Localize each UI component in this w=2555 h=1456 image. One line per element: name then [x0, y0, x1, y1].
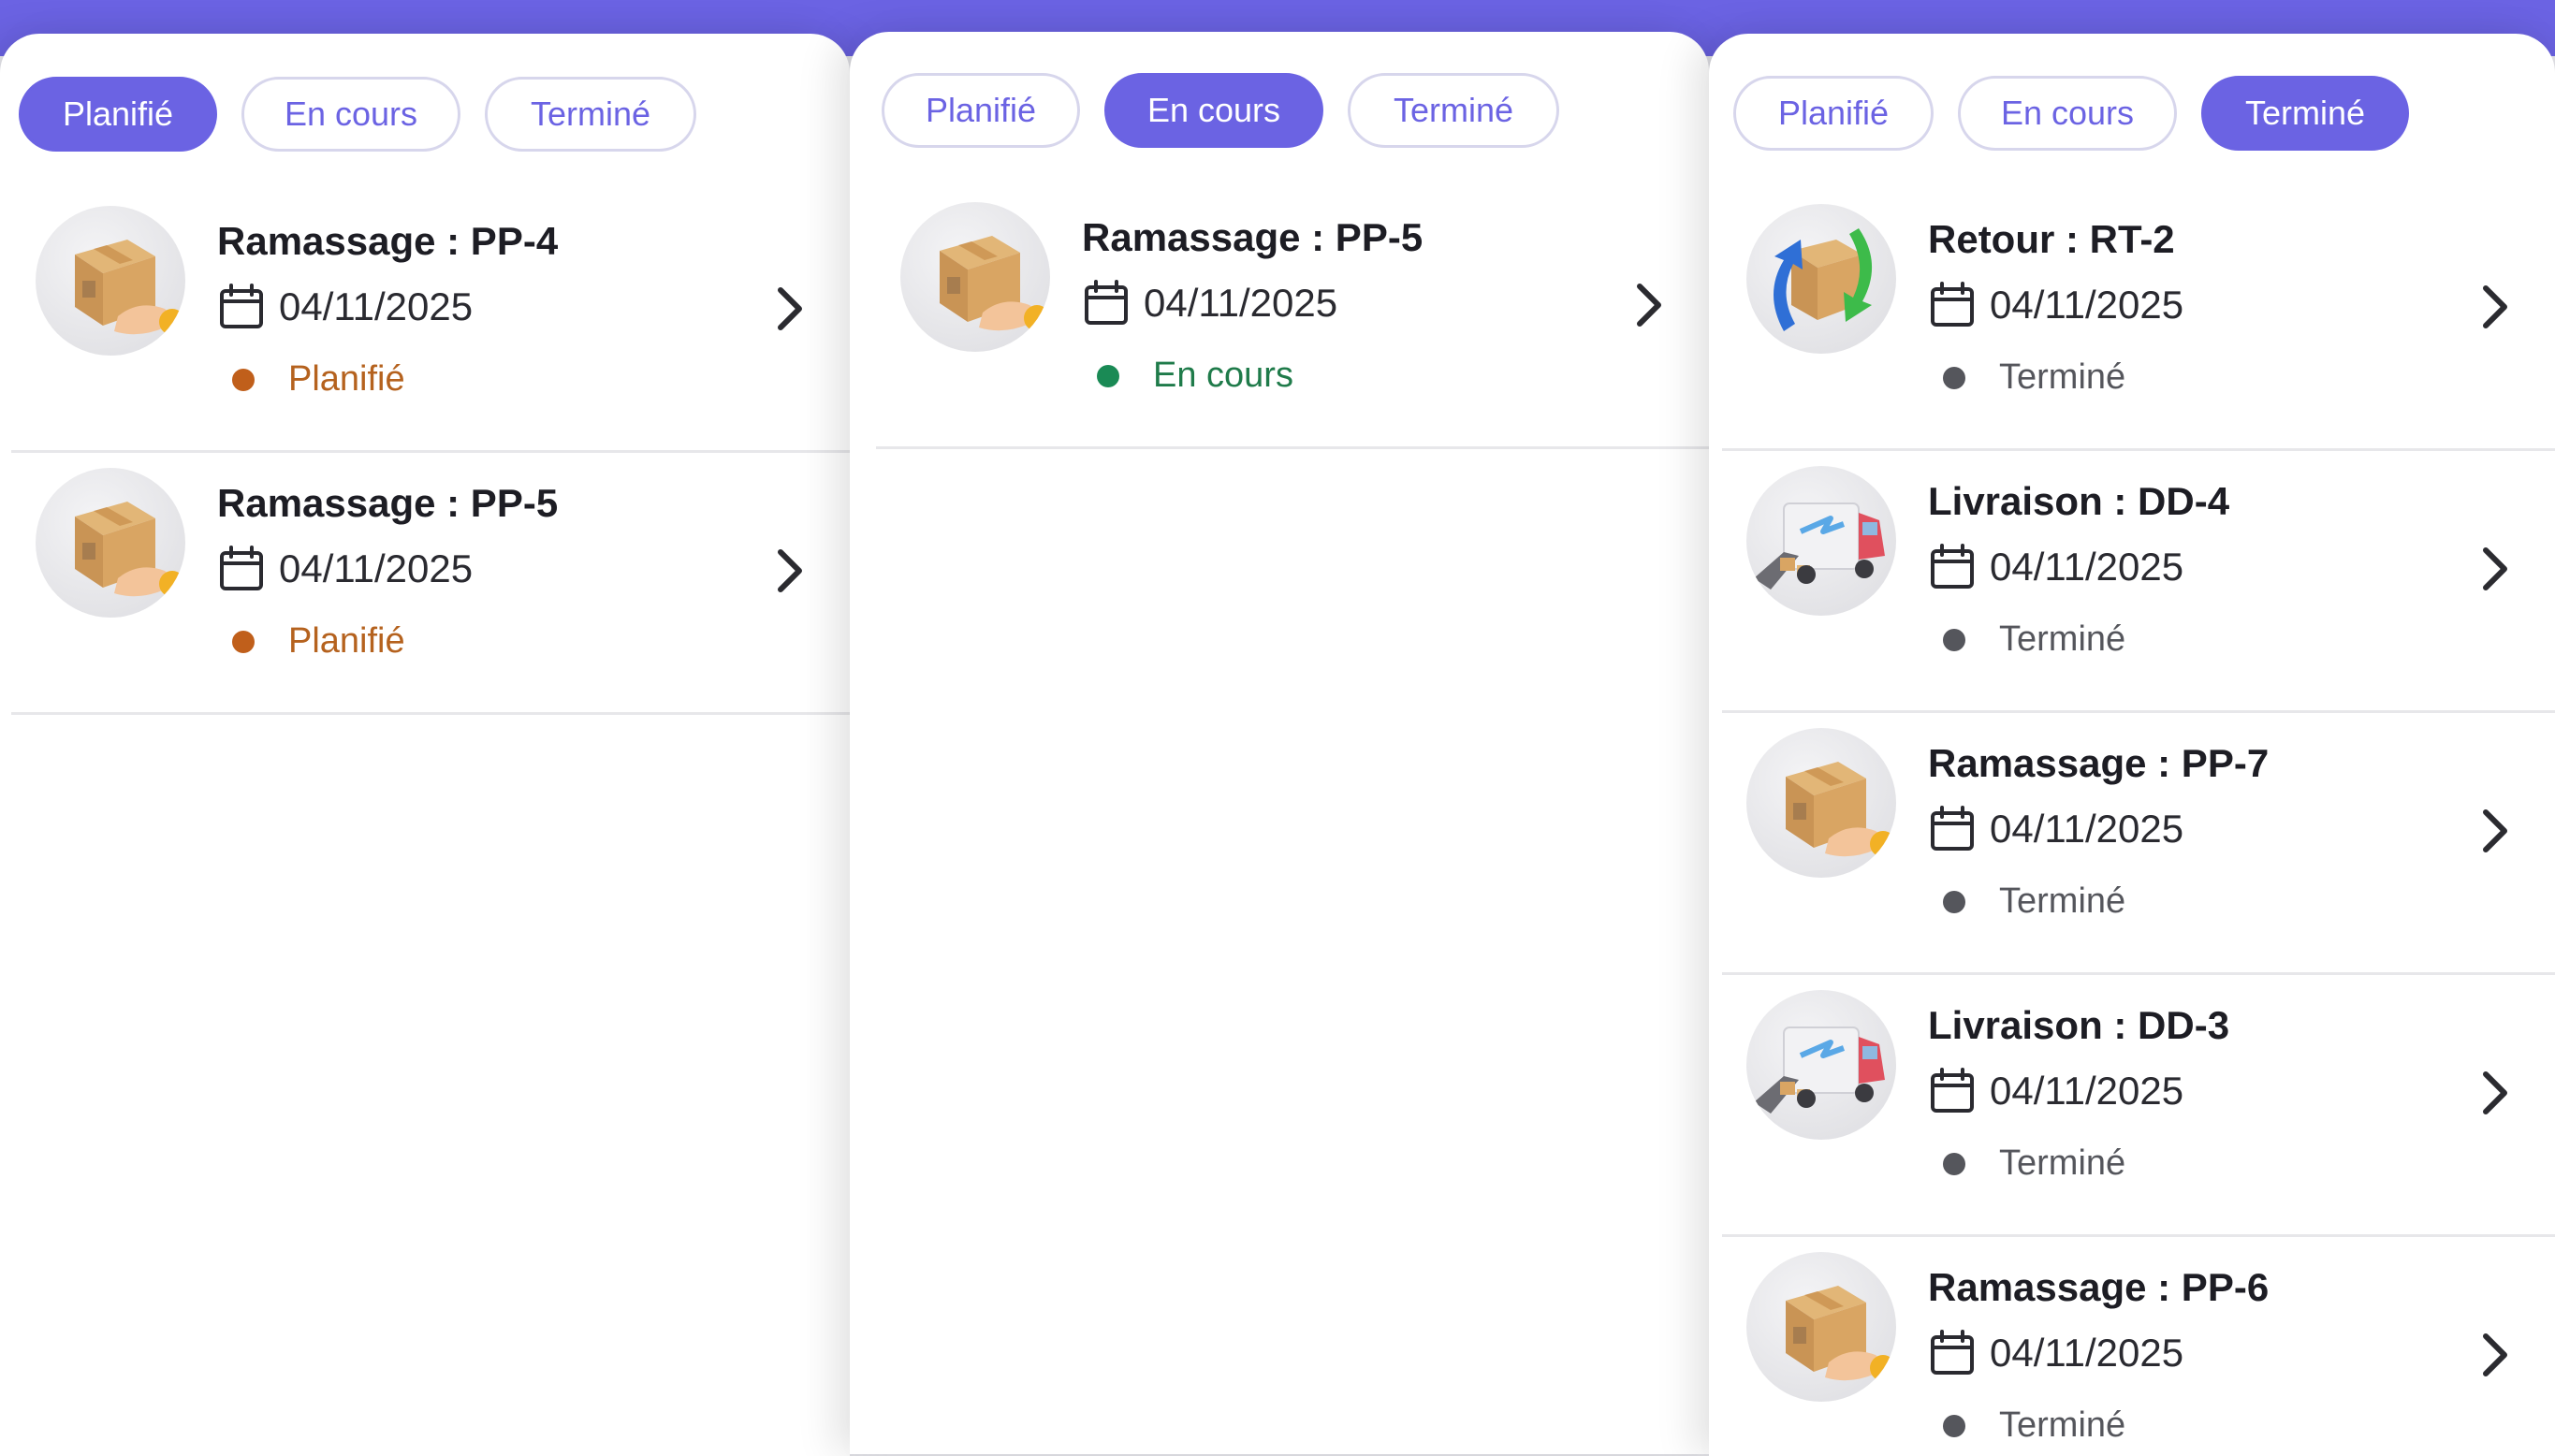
- tab-planifie[interactable]: Planifié: [882, 73, 1080, 148]
- status-dot: [1943, 366, 1965, 389]
- package-hand-icon: [36, 468, 185, 618]
- item-date: 04/11/2025: [1990, 283, 2184, 327]
- date-line: 04/11/2025: [1928, 281, 2183, 329]
- status-line: Terminé: [1943, 619, 2125, 660]
- status-label: Terminé: [1999, 619, 2126, 659]
- tab-planifie[interactable]: Planifié: [1733, 76, 1934, 151]
- list-item[interactable]: Ramassage : PP-4 04/11/2025 Planifié: [11, 191, 850, 453]
- tab-en-cours[interactable]: En cours: [241, 77, 460, 152]
- status-dot: [1943, 628, 1965, 651]
- calendar-icon: [217, 545, 266, 593]
- panel-planifie: Planifié En cours Terminé Ramassage : PP…: [0, 34, 850, 1456]
- status-dot: [232, 368, 255, 391]
- date-line: 04/11/2025: [1928, 805, 2183, 853]
- package-hand-icon: [1746, 728, 1896, 878]
- list-item[interactable]: Livraison : DD-4 04/11/2025 Terminé: [1722, 451, 2555, 713]
- status-label: Terminé: [1999, 357, 2126, 397]
- filter-tabs: Planifié En cours Terminé: [1733, 76, 2409, 151]
- status-label: Terminé: [1999, 1405, 2126, 1445]
- status-line: Planifié: [232, 621, 405, 662]
- status-line: Terminé: [1943, 1143, 2125, 1184]
- item-title: Ramassage : PP-7: [1928, 741, 2270, 785]
- list-item[interactable]: Retour : RT-2 04/11/2025 Terminé: [1722, 189, 2555, 451]
- list-item[interactable]: Ramassage : PP-5 04/11/2025 En cours: [876, 187, 1709, 449]
- item-date: 04/11/2025: [1990, 807, 2184, 851]
- panel-en-cours: Planifié En cours Terminé Ramassage : PP…: [850, 32, 1709, 1454]
- chevron-right-icon[interactable]: [2478, 281, 2512, 333]
- list-item[interactable]: Livraison : DD-3 04/11/2025 Terminé: [1722, 975, 2555, 1237]
- package-hand-icon: [1746, 1252, 1896, 1402]
- filter-tabs: Planifié En cours Terminé: [882, 73, 1559, 148]
- panel-termine: Planifié En cours Terminé Retour : RT-2 0…: [1709, 34, 2555, 1456]
- item-title: Livraison : DD-3: [1928, 1003, 2230, 1047]
- list-item[interactable]: Ramassage : PP-6 04/11/2025 Terminé: [1722, 1237, 2555, 1456]
- chevron-right-icon[interactable]: [1632, 279, 1666, 331]
- calendar-icon: [217, 283, 266, 331]
- filter-tabs: Planifié En cours Terminé: [19, 77, 696, 152]
- tab-planifie[interactable]: Planifié: [19, 77, 217, 152]
- task-list: Retour : RT-2 04/11/2025 Terminé Livraison …: [1722, 189, 2555, 1456]
- status-label: Planifié: [288, 621, 405, 661]
- status-line: En cours: [1097, 356, 1293, 396]
- item-title: Ramassage : PP-5: [217, 481, 559, 525]
- delivery-truck-icon: [1746, 466, 1896, 616]
- package-hand-icon: [36, 206, 185, 356]
- list-item[interactable]: Ramassage : PP-5 04/11/2025 Planifié: [11, 453, 850, 715]
- calendar-icon: [1928, 543, 1977, 591]
- calendar-icon: [1928, 1067, 1977, 1115]
- item-title: Ramassage : PP-6: [1928, 1265, 2270, 1309]
- item-date: 04/11/2025: [279, 284, 474, 328]
- status-label: Terminé: [1999, 881, 2126, 921]
- item-date: 04/11/2025: [1990, 545, 2184, 589]
- tab-termine[interactable]: Terminé: [485, 77, 696, 152]
- date-line: 04/11/2025: [1928, 543, 2183, 591]
- tab-termine[interactable]: Terminé: [1348, 73, 1559, 148]
- chevron-right-icon[interactable]: [773, 545, 807, 597]
- delivery-truck-icon: [1746, 990, 1896, 1140]
- return-box-icon: [1746, 204, 1896, 354]
- item-date: 04/11/2025: [1144, 281, 1338, 325]
- calendar-icon: [1928, 805, 1977, 853]
- date-line: 04/11/2025: [217, 283, 473, 331]
- status-dot: [1943, 1414, 1965, 1437]
- chevron-right-icon[interactable]: [2478, 1329, 2512, 1381]
- status-line: Planifié: [232, 359, 405, 400]
- status-line: Terminé: [1943, 881, 2125, 922]
- package-hand-icon: [900, 202, 1050, 352]
- date-line: 04/11/2025: [1082, 279, 1337, 328]
- list-item[interactable]: Ramassage : PP-7 04/11/2025 Terminé: [1722, 713, 2555, 975]
- status-label: Planifié: [288, 359, 405, 399]
- item-date: 04/11/2025: [1990, 1331, 2184, 1375]
- status-dot: [1943, 1152, 1965, 1175]
- pickup-list: Ramassage : PP-4 04/11/2025 Planifié Ramass…: [11, 191, 850, 715]
- status-dot: [1943, 890, 1965, 913]
- calendar-icon: [1928, 1329, 1977, 1377]
- item-date: 04/11/2025: [1990, 1069, 2184, 1113]
- chevron-right-icon[interactable]: [2478, 543, 2512, 595]
- tab-en-cours[interactable]: En cours: [1104, 73, 1323, 148]
- chevron-right-icon[interactable]: [2478, 1067, 2512, 1119]
- calendar-icon: [1928, 281, 1977, 329]
- date-line: 04/11/2025: [217, 545, 473, 593]
- item-title: Livraison : DD-4: [1928, 479, 2230, 523]
- status-label: En cours: [1153, 356, 1293, 395]
- date-line: 04/11/2025: [1928, 1067, 2183, 1115]
- item-title: Ramassage : PP-5: [1082, 215, 1424, 259]
- chevron-right-icon[interactable]: [2478, 805, 2512, 857]
- item-title: Retour : RT-2: [1928, 217, 2175, 261]
- chevron-right-icon[interactable]: [773, 283, 807, 335]
- calendar-icon: [1082, 279, 1131, 328]
- status-line: Terminé: [1943, 1405, 2125, 1446]
- status-dot: [232, 630, 255, 653]
- date-line: 04/11/2025: [1928, 1329, 2183, 1377]
- pickup-list: Ramassage : PP-5 04/11/2025 En cours: [876, 187, 1709, 449]
- tab-en-cours[interactable]: En cours: [1958, 76, 2177, 151]
- status-line: Terminé: [1943, 357, 2125, 398]
- status-dot: [1097, 364, 1119, 387]
- tab-termine[interactable]: Terminé: [2201, 76, 2409, 151]
- item-title: Ramassage : PP-4: [217, 219, 559, 263]
- status-label: Terminé: [1999, 1143, 2126, 1183]
- item-date: 04/11/2025: [279, 546, 474, 590]
